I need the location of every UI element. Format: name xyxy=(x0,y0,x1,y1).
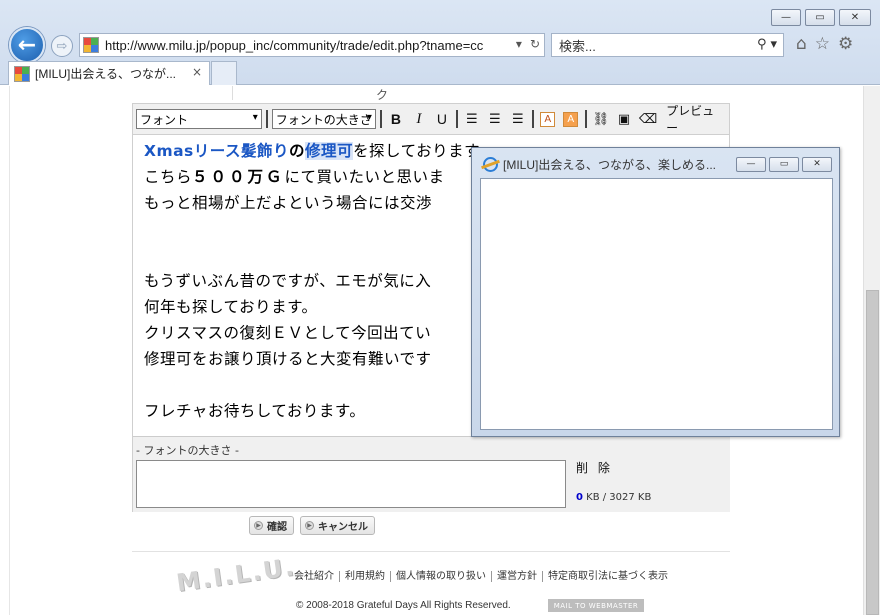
tab-close-icon[interactable]: × xyxy=(192,65,202,79)
popup-minimize-button[interactable]: — xyxy=(736,157,766,172)
address-url: http://www.milu.jp/popup_inc/community/t… xyxy=(105,37,484,53)
cancel-button[interactable]: ▶ キャンセル xyxy=(300,516,375,535)
refresh-icon[interactable]: ↻ xyxy=(530,37,540,51)
popup-body xyxy=(480,178,833,430)
chevron-down-icon: ▾ xyxy=(366,112,372,123)
close-window-button[interactable]: ✕ xyxy=(839,9,871,26)
search-input[interactable]: 検索... xyxy=(559,36,596,55)
form-actions: ▶ 確認 ▶ キャンセル xyxy=(249,516,375,535)
chevron-down-icon: ▾ xyxy=(252,112,258,123)
play-icon: ▶ xyxy=(254,521,263,530)
dropdown-chevron-icon[interactable]: ▾ xyxy=(516,37,522,51)
kb-usage: 0 KB / 3027 KB xyxy=(576,492,652,503)
font-size-panel: - フォントの大きさ - 削 除 0 KB / 3027 KB xyxy=(133,436,730,512)
link-icon[interactable]: ⛓ xyxy=(591,108,611,130)
popup-title: [MILU]出会える、つながる、楽しめる... xyxy=(503,158,716,172)
mail-webmaster-button[interactable]: MAIL TO WEBMASTER xyxy=(548,599,644,612)
eraser-icon[interactable]: ⌫ xyxy=(637,108,659,130)
minimize-button[interactable]: — xyxy=(771,9,801,26)
footer-link[interactable]: 個人情報の取り扱い xyxy=(390,571,491,582)
footer-links: 会社紹介 利用規約 個人情報の取り扱い 運営方針 特定商取引法に基づく表示 xyxy=(294,571,673,582)
popup-close-button[interactable]: ✕ xyxy=(802,157,832,172)
align-center-icon[interactable]: ☰ xyxy=(485,108,505,130)
site-favicon-icon xyxy=(83,37,99,53)
font-select[interactable]: フォント ▾ xyxy=(136,109,262,129)
star-icon[interactable]: ☆ xyxy=(815,34,830,54)
header-strip: ク xyxy=(132,86,730,102)
underline-button[interactable]: U xyxy=(432,108,452,130)
text-color-button[interactable]: A xyxy=(538,108,558,130)
maximize-button[interactable]: ▭ xyxy=(805,9,835,26)
preview-button[interactable]: プレビュー xyxy=(662,104,729,135)
footer-link[interactable]: 会社紹介 xyxy=(294,571,339,582)
new-tab-button[interactable] xyxy=(211,61,237,85)
editor-toolbar: フォント ▾ フォントの大きさ ▾ B I U ☰ ☰ ☰ A A ⛓ ▣ ⌫ … xyxy=(133,104,729,135)
popup-window-controls: — ▭ ✕ xyxy=(736,157,832,172)
browser-chrome: — ▭ ✕ ← ⇨ http://www.milu.jp/popup_inc/c… xyxy=(0,0,880,85)
ie-icon xyxy=(483,157,498,172)
address-bar[interactable]: http://www.milu.jp/popup_inc/community/t… xyxy=(79,33,545,57)
back-arrow-icon[interactable]: ← xyxy=(9,27,45,63)
footer-link[interactable]: 特定商取引法に基づく表示 xyxy=(542,571,673,582)
home-icon[interactable]: ⌂ xyxy=(796,34,807,54)
play-icon: ▶ xyxy=(305,521,314,530)
page-scrollbar[interactable] xyxy=(863,86,880,615)
font-size-select[interactable]: フォントの大きさ ▾ xyxy=(271,109,376,129)
window-controls: — ▭ ✕ xyxy=(771,9,871,26)
gear-icon[interactable]: ⚙ xyxy=(838,34,853,54)
align-right-icon[interactable]: ☰ xyxy=(508,108,528,130)
tab-title: [MILU]出会える、つなが... xyxy=(35,67,176,81)
popup-titlebar[interactable]: [MILU]出会える、つながる、楽しめる... xyxy=(483,156,716,173)
tab-favicon-icon xyxy=(14,65,30,82)
search-icon[interactable]: ⚲ xyxy=(757,37,767,52)
search-box[interactable]: 検索... ⚲ ▾ xyxy=(551,33,784,57)
copyright: © 2008-2018 Grateful Days All Rights Res… xyxy=(296,600,511,611)
bg-color-icon: A xyxy=(563,111,579,127)
bg-color-button[interactable]: A xyxy=(561,108,581,130)
footer-divider xyxy=(132,551,730,552)
tab-milu[interactable]: [MILU]出会える、つなが... × xyxy=(8,61,210,85)
font-size-label: - フォントの大きさ - xyxy=(136,444,239,457)
strip-text: ク xyxy=(376,88,389,102)
popup-maximize-button[interactable]: ▭ xyxy=(769,157,799,172)
popup-window[interactable]: [MILU]出会える、つながる、楽しめる... — ▭ ✕ xyxy=(471,147,840,437)
footer-link[interactable]: 利用規約 xyxy=(339,571,390,582)
image-icon[interactable]: ▣ xyxy=(614,108,634,130)
forward-arrow-icon[interactable]: ⇨ xyxy=(51,35,73,57)
milu-logo[interactable]: M.I.L.U. xyxy=(175,553,298,606)
footer-link[interactable]: 運営方針 xyxy=(491,571,542,582)
delete-button[interactable]: 削 除 xyxy=(576,459,613,476)
sub-textarea[interactable] xyxy=(136,460,566,508)
bold-button[interactable]: B xyxy=(386,108,406,130)
confirm-button[interactable]: ▶ 確認 xyxy=(249,516,294,535)
tab-row: [MILU]出会える、つなが... × xyxy=(0,60,880,85)
search-dropdown-icon[interactable]: ▾ xyxy=(770,37,777,52)
align-left-icon[interactable]: ☰ xyxy=(462,108,482,130)
italic-button[interactable]: I xyxy=(409,108,429,130)
text-color-icon: A xyxy=(540,111,556,127)
scroll-thumb[interactable] xyxy=(866,290,879,615)
